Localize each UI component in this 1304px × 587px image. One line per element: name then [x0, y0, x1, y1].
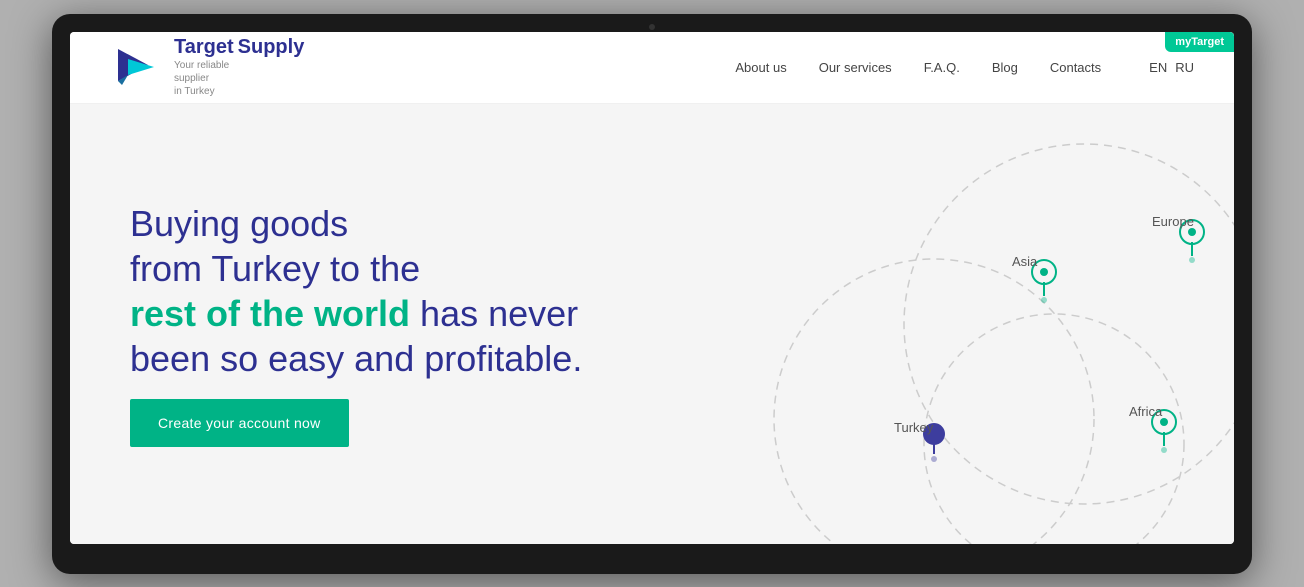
nav-blog[interactable]: Blog [992, 60, 1018, 75]
site-header: Target Supply Your reliablesupplierin Tu… [70, 32, 1234, 104]
svg-text:Europe: Europe [1152, 214, 1194, 229]
map-area: Turkey Asia Europe [594, 104, 1234, 544]
logo-brand: Target Supply [174, 36, 304, 59]
logo-tagline: Your reliablesupplierin Turkey [174, 59, 304, 98]
svg-text:Africa: Africa [1129, 404, 1163, 419]
lang-ru[interactable]: RU [1175, 60, 1194, 75]
hero-section: Buying goodsfrom Turkey to the rest of t… [70, 104, 1234, 544]
logo-target: Target [174, 36, 234, 59]
map-svg: Turkey Asia Europe [594, 104, 1234, 544]
lang-en[interactable]: EN [1149, 60, 1167, 75]
my-target-badge[interactable]: myTarget [1165, 32, 1234, 52]
svg-text:Asia: Asia [1012, 254, 1038, 269]
nav-about[interactable]: About us [735, 60, 786, 75]
logo-area: Target Supply Your reliablesupplierin Tu… [110, 36, 304, 98]
nav-faq[interactable]: F.A.Q. [924, 60, 960, 75]
nav-contacts[interactable]: Contacts [1050, 60, 1101, 75]
hero-headline: Buying goodsfrom Turkey to the rest of t… [130, 201, 582, 381]
headline-highlight: rest of the world [130, 293, 410, 334]
camera [649, 24, 655, 30]
laptop-frame: Target Supply Your reliablesupplierin Tu… [52, 14, 1252, 574]
laptop-screen: Target Supply Your reliablesupplierin Tu… [70, 32, 1234, 544]
main-nav: About us Our services F.A.Q. Blog Contac… [735, 60, 1194, 75]
logo-supply: Supply [238, 36, 305, 59]
nav-services[interactable]: Our services [819, 60, 892, 75]
logo-icon [110, 41, 162, 93]
logo-text: Target Supply Your reliablesupplierin Tu… [174, 36, 304, 98]
hero-text: Buying goodsfrom Turkey to the rest of t… [130, 201, 582, 447]
lang-switcher: EN RU [1149, 60, 1194, 75]
svg-text:Turkey: Turkey [894, 420, 934, 435]
headline-line1: Buying goodsfrom Turkey to the [130, 203, 420, 289]
create-account-button[interactable]: Create your account now [130, 399, 349, 447]
